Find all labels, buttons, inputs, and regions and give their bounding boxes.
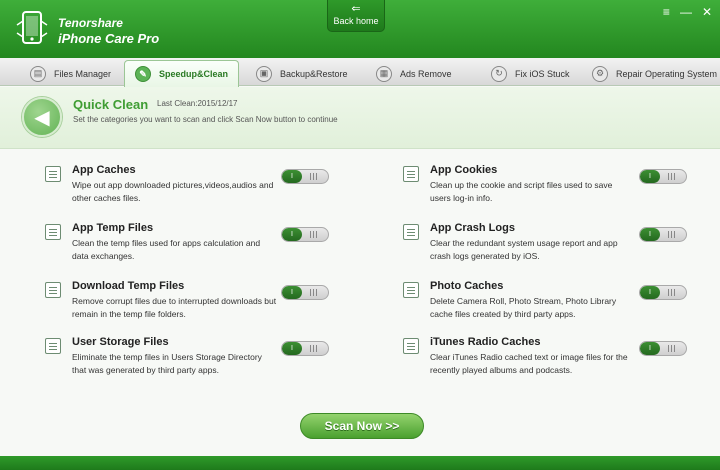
toggle-grip-icon bbox=[668, 231, 669, 238]
tab-label: Ads Remove bbox=[400, 68, 452, 79]
option-title: iTunes Radio Caches bbox=[430, 336, 541, 348]
option-itunes-radio-caches: iTunes Radio Caches Clear iTunes Radio c… bbox=[403, 336, 703, 386]
app-caches-icon bbox=[45, 166, 61, 182]
toggle-grip-icon bbox=[310, 173, 311, 180]
app-logo-icon bbox=[14, 9, 50, 49]
back-arrow-button[interactable]: ◀ bbox=[22, 97, 62, 137]
tab-fix-ios-stuck[interactable]: ↻ Fix iOS Stuck bbox=[491, 61, 570, 86]
arrow-left-icon: ◀ bbox=[34, 106, 50, 129]
option-title: Download Temp Files bbox=[72, 280, 185, 292]
ads-remove-icon: ▦ bbox=[376, 65, 392, 82]
option-description: Clean the temp files used for apps calcu… bbox=[72, 238, 261, 261]
option-title: App Cookies bbox=[430, 164, 498, 176]
tab-label: Fix iOS Stuck bbox=[515, 68, 570, 79]
option-title: User Storage Files bbox=[72, 336, 169, 348]
app-cookies-icon bbox=[403, 166, 419, 182]
app-crash-logs-icon bbox=[403, 224, 419, 240]
repair-os-icon: ⚙ bbox=[592, 65, 608, 82]
tab-files-manager[interactable]: ▤ Files Manager bbox=[30, 61, 111, 86]
option-photo-caches: Photo Caches Delete Camera Roll, Photo S… bbox=[403, 280, 703, 330]
toggle-grip-icon bbox=[310, 231, 311, 238]
option-user-storage-files: User Storage Files Eliminate the temp fi… bbox=[45, 336, 345, 386]
quick-clean-header: ◀ Quick Clean Last Clean:2015/12/17 Set … bbox=[0, 87, 720, 149]
option-app-crash-logs: App Crash Logs Clear the redundant syste… bbox=[403, 222, 703, 272]
toggle-knob: I bbox=[282, 228, 302, 241]
backup-restore-icon: ▣ bbox=[256, 65, 272, 82]
toggle-knob: I bbox=[640, 170, 660, 183]
back-home-button[interactable]: ⇐ Back home bbox=[327, 0, 385, 32]
toggle-grip-icon bbox=[668, 173, 669, 180]
option-title: App Caches bbox=[72, 164, 136, 176]
tab-backup-restore[interactable]: ▣ Backup&Restore bbox=[256, 61, 348, 86]
toggle-knob: I bbox=[640, 342, 660, 355]
option-app-temp-files: App Temp Files Clean the temp files used… bbox=[45, 222, 345, 272]
toggle-knob: I bbox=[282, 342, 302, 355]
status-bar bbox=[0, 456, 720, 470]
app-crash-logs-toggle[interactable]: I bbox=[639, 227, 687, 242]
tab-speedup-clean[interactable]: ✎ Speedup&Clean bbox=[124, 60, 240, 87]
tab-label: Backup&Restore bbox=[280, 68, 348, 79]
toggle-grip-icon bbox=[668, 345, 669, 352]
download-temp-files-icon bbox=[45, 282, 61, 298]
last-clean-date: Last Clean:2015/12/17 bbox=[157, 99, 238, 108]
menu-icon[interactable]: ≡ bbox=[663, 6, 670, 18]
option-title: App Crash Logs bbox=[430, 222, 515, 234]
fix-ios-stuck-icon: ↻ bbox=[491, 65, 507, 82]
option-description: Clean up the cookie and script files use… bbox=[430, 180, 613, 203]
tab-bar: ▤ Files Manager ✎ Speedup&Clean ▣ Backup… bbox=[0, 58, 720, 87]
tab-label: Files Manager bbox=[54, 68, 112, 79]
option-description: Eliminate the temp files in Users Storag… bbox=[72, 352, 262, 375]
option-download-temp-files: Download Temp Files Remove corrupt files… bbox=[45, 280, 345, 330]
brand-name: Tenorshare bbox=[58, 16, 123, 30]
tab-ads-remove[interactable]: ▦ Ads Remove bbox=[376, 61, 452, 86]
app-cookies-toggle[interactable]: I bbox=[639, 169, 687, 184]
tab-repair-operating-system[interactable]: ⚙ Repair Operating System bbox=[592, 61, 717, 86]
back-home-label: Back home bbox=[333, 16, 379, 26]
toggle-grip-icon bbox=[310, 345, 311, 352]
option-description: Wipe out app downloaded pictures,videos,… bbox=[72, 180, 274, 203]
option-description: Delete Camera Roll, Photo Stream, Photo … bbox=[430, 296, 617, 319]
option-description: Remove corrupt files due to interrupted … bbox=[72, 296, 277, 319]
toggle-grip-icon bbox=[310, 289, 311, 296]
product-name: iPhone Care Pro bbox=[58, 31, 160, 46]
itunes-radio-caches-toggle[interactable]: I bbox=[639, 341, 687, 356]
photo-caches-icon bbox=[403, 282, 419, 298]
back-home-icon: ⇐ bbox=[351, 3, 361, 15]
app-temp-files-toggle[interactable]: I bbox=[281, 227, 329, 242]
close-icon[interactable]: ✕ bbox=[702, 6, 712, 18]
option-description: Clear the redundant system usage report … bbox=[430, 238, 618, 261]
toggle-grip-icon bbox=[668, 289, 669, 296]
speedup-clean-icon: ✎ bbox=[135, 66, 151, 82]
app-caches-toggle[interactable]: I bbox=[281, 169, 329, 184]
scan-now-button[interactable]: Scan Now >> bbox=[300, 413, 424, 439]
option-title: App Temp Files bbox=[72, 222, 154, 234]
option-app-caches: App Caches Wipe out app downloaded pictu… bbox=[45, 164, 345, 214]
page-title: Quick Clean bbox=[73, 97, 149, 112]
download-temp-files-toggle[interactable]: I bbox=[281, 285, 329, 300]
files-manager-icon: ▤ bbox=[30, 65, 46, 82]
toggle-knob: I bbox=[282, 286, 302, 299]
toggle-knob: I bbox=[282, 170, 302, 183]
window-controls: ≡ — ✕ bbox=[663, 6, 712, 18]
toggle-knob: I bbox=[640, 228, 660, 241]
minimize-icon[interactable]: — bbox=[680, 6, 692, 18]
user-storage-files-icon bbox=[45, 338, 61, 354]
app-temp-files-icon bbox=[45, 224, 61, 240]
itunes-radio-caches-icon bbox=[403, 338, 419, 354]
option-title: Photo Caches bbox=[430, 280, 504, 292]
photo-caches-toggle[interactable]: I bbox=[639, 285, 687, 300]
user-storage-files-toggle[interactable]: I bbox=[281, 341, 329, 356]
tab-label: Repair Operating System bbox=[616, 68, 718, 79]
page-description: Set the categories you want to scan and … bbox=[73, 115, 338, 124]
toggle-knob: I bbox=[640, 286, 660, 299]
option-app-cookies: App Cookies Clean up the cookie and scri… bbox=[403, 164, 703, 214]
tab-label: Speedup&Clean bbox=[159, 69, 229, 79]
title-bar: Tenorshare iPhone Care Pro ⇐ Back home ≡… bbox=[0, 0, 720, 58]
option-description: Clear iTunes Radio cached text or image … bbox=[430, 352, 628, 375]
